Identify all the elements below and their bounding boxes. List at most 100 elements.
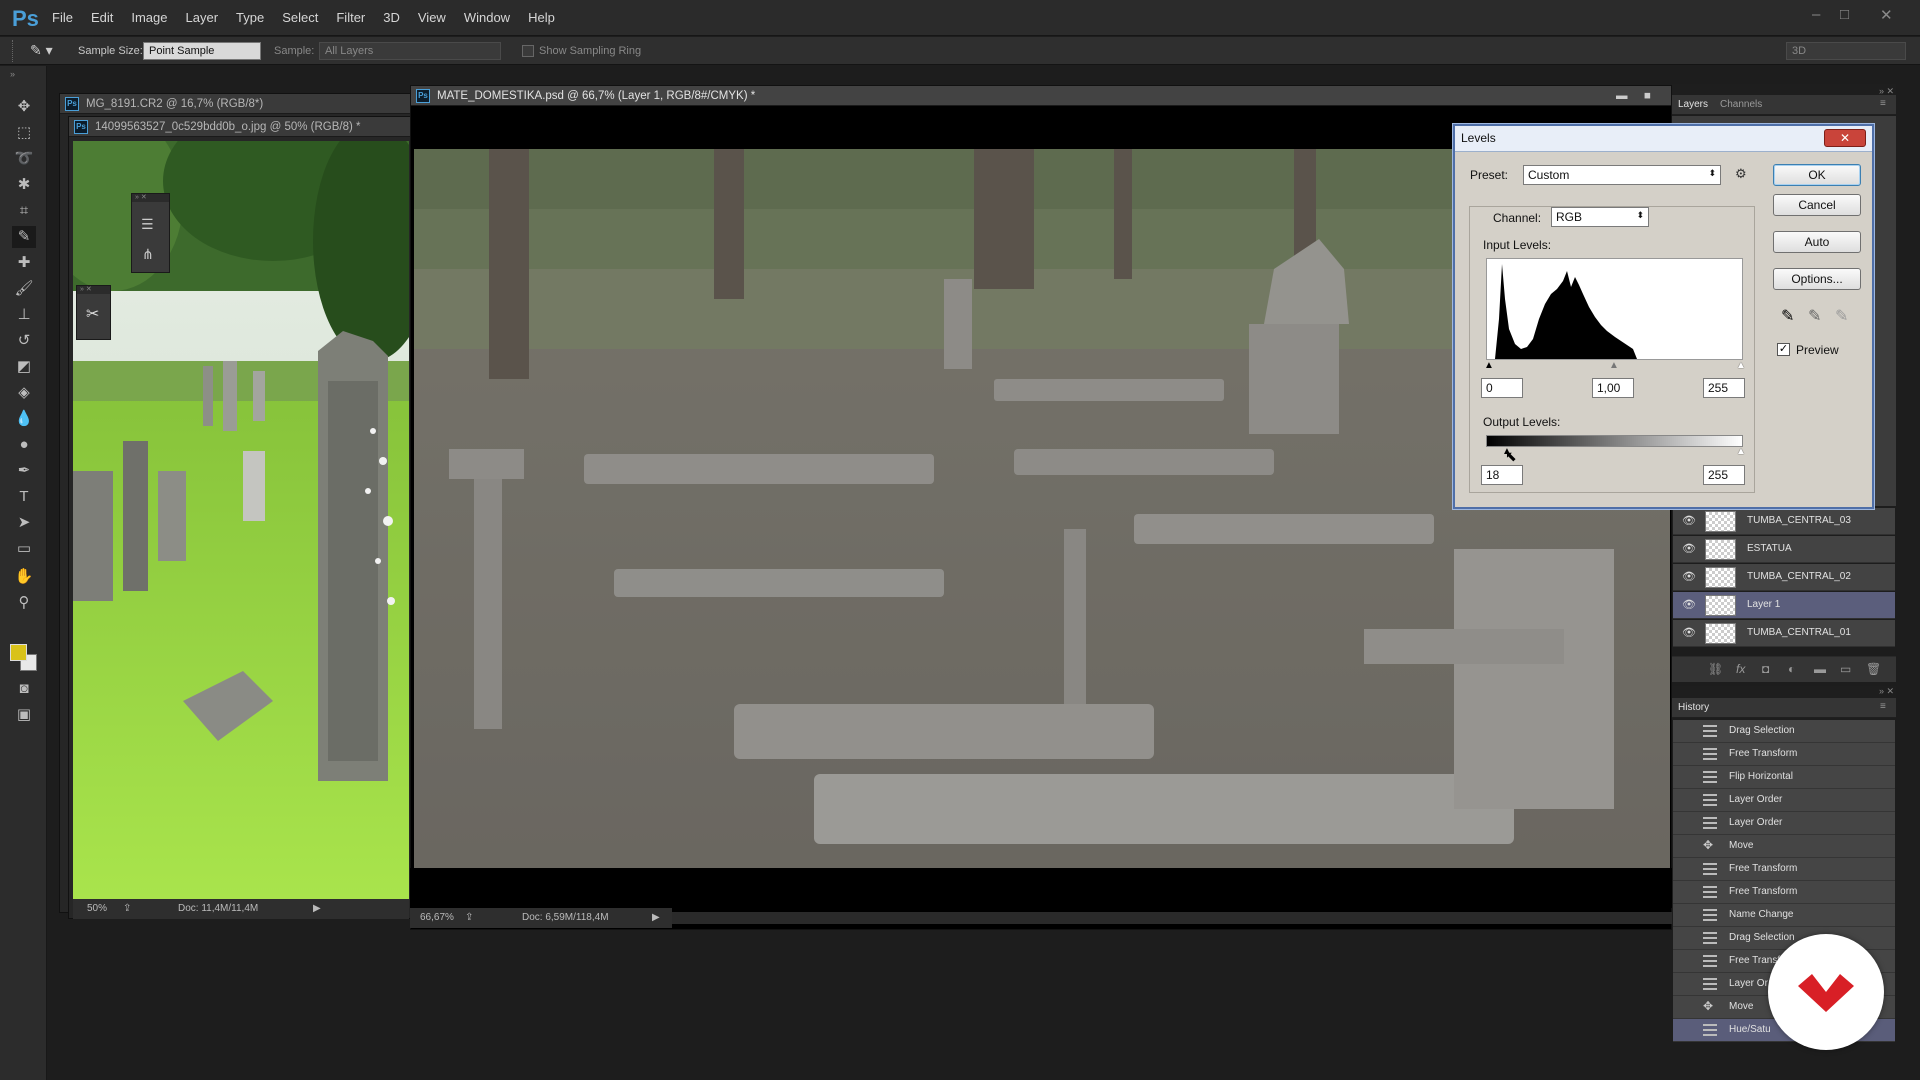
menu-filter[interactable]: Filter — [336, 10, 375, 25]
menu-help[interactable]: Help — [528, 10, 565, 25]
input-gamma-field[interactable]: 1,00 — [1592, 378, 1634, 398]
dodge-tool-icon[interactable]: ● — [12, 434, 36, 456]
history-item[interactable]: Free Transform — [1673, 881, 1895, 904]
magic-wand-tool-icon[interactable]: ✱ — [12, 174, 36, 196]
sample-size-select[interactable]: Point Sample — [143, 42, 261, 60]
horizontal-scrollbar[interactable] — [672, 912, 1672, 924]
adjustment-sliders-icon[interactable]: ☰ — [141, 216, 154, 233]
grip-handle[interactable] — [12, 40, 14, 62]
document-title-photo[interactable]: Ps 14099563527_0c529bdd0b_o.jpg @ 50% (R… — [69, 117, 413, 137]
layer-row[interactable]: 👁 ESTATUA — [1673, 536, 1895, 563]
link-layers-icon[interactable]: ⛓ — [1708, 662, 1723, 676]
share-icon[interactable]: ⇪ — [465, 908, 473, 928]
eyedropper-tool-preset-icon[interactable]: ✎ ▾ — [30, 42, 53, 59]
foreground-color-swatch[interactable] — [10, 644, 27, 661]
input-slider-track[interactable]: ▲ ▲ ▲ — [1484, 360, 1746, 372]
zoom-tool-icon[interactable]: ⚲ — [12, 592, 36, 614]
move-tool-icon[interactable]: ✥ — [12, 96, 36, 118]
layer-row[interactable]: 👁 TUMBA_CENTRAL_01 — [1673, 620, 1895, 647]
panel-menu-icon[interactable]: ≡ — [1880, 701, 1886, 712]
ok-button[interactable]: OK — [1773, 164, 1861, 186]
gray-eyedropper-icon[interactable]: ✎ — [1808, 306, 1821, 326]
pen-tool-icon[interactable]: ✒ — [12, 460, 36, 482]
document-title-main[interactable]: Ps MATE_DOMESTIKA.psd @ 66,7% (Layer 1, … — [411, 86, 1671, 106]
lasso-tool-icon[interactable]: ➰ — [12, 148, 36, 170]
visibility-eye-icon[interactable]: 👁 — [1682, 514, 1696, 527]
share-icon[interactable]: ⇪ — [123, 899, 131, 919]
preview-checkbox[interactable]: ✓ — [1777, 343, 1790, 356]
hand-tool-icon[interactable]: ✋ — [12, 566, 36, 588]
output-white-field[interactable]: 255 — [1703, 465, 1745, 485]
screen-mode-icon[interactable]: ▣ — [12, 704, 36, 726]
history-item[interactable]: Flip Horizontal — [1673, 766, 1895, 789]
crop-tool-icon[interactable]: ⌗ — [12, 200, 36, 222]
history-item[interactable]: Free Transform — [1673, 743, 1895, 766]
eyedropper-tool-icon[interactable]: ✎ — [12, 226, 36, 248]
healing-brush-tool-icon[interactable]: ✚ — [12, 252, 36, 274]
panel-header[interactable]: » ✕ — [77, 286, 110, 294]
panel-menu-icon[interactable]: ≡ — [1880, 98, 1886, 109]
history-item[interactable]: ✥ Move — [1673, 835, 1895, 858]
menu-file[interactable]: File — [52, 10, 83, 25]
auto-button[interactable]: Auto — [1773, 231, 1861, 253]
output-slider-track[interactable]: ▲ ▲ — [1484, 446, 1746, 458]
visibility-eye-icon[interactable]: 👁 — [1682, 542, 1696, 555]
blur-tool-icon[interactable]: 💧 — [12, 408, 36, 430]
layer-row[interactable]: 👁 TUMBA_CENTRAL_03 — [1673, 508, 1895, 535]
white-eyedropper-icon[interactable]: ✎ — [1835, 306, 1848, 326]
levels-title-bar[interactable]: Levels — [1455, 126, 1872, 152]
preset-select[interactable]: Custom ⬍ — [1523, 165, 1721, 185]
puppet-warp-icon[interactable]: ⋔ — [142, 246, 154, 263]
dialog-close-button[interactable]: ✕ — [1824, 129, 1866, 147]
collapse-icon[interactable]: » — [10, 69, 15, 79]
new-group-icon[interactable]: ▬ — [1814, 662, 1826, 676]
type-tool-icon[interactable]: T — [12, 486, 36, 508]
minimize-icon[interactable]: – — [1812, 6, 1820, 23]
history-item[interactable]: Name Change — [1673, 904, 1895, 927]
doc-minimize-icon[interactable]: ▬ — [1616, 86, 1628, 105]
cancel-button[interactable]: Cancel — [1773, 194, 1861, 216]
channel-select[interactable]: RGB ⬍ — [1551, 207, 1649, 227]
black-eyedropper-icon[interactable]: ✎ — [1781, 306, 1794, 326]
tab-channels[interactable]: Channels — [1720, 99, 1762, 110]
menu-select[interactable]: Select — [282, 10, 328, 25]
cemetery-photo-canvas[interactable] — [73, 141, 409, 899]
eraser-tool-icon[interactable]: ◩ — [12, 356, 36, 378]
status-menu-arrow-icon[interactable]: ▶ — [652, 908, 660, 928]
close-icon[interactable]: ✕ — [1880, 6, 1893, 24]
add-mask-icon[interactable]: ◘ — [1762, 662, 1769, 676]
black-point-slider[interactable]: ▲ — [1484, 360, 1494, 371]
input-white-field[interactable]: 255 — [1703, 378, 1745, 398]
layer-row-selected[interactable]: 👁 Layer 1 — [1673, 592, 1895, 619]
rectangle-tool-icon[interactable]: ▭ — [12, 538, 36, 560]
preset-options-gear-icon[interactable]: ⚙ — [1735, 166, 1747, 182]
show-sampling-ring-checkbox[interactable] — [522, 45, 534, 57]
gamma-slider[interactable]: ▲ — [1609, 360, 1619, 371]
output-white-slider[interactable]: ▲ — [1736, 446, 1746, 457]
delete-layer-icon[interactable]: 🗑 — [1866, 662, 1881, 676]
path-selection-tool-icon[interactable]: ➤ — [12, 512, 36, 534]
menu-window[interactable]: Window — [464, 10, 520, 25]
tab-layers[interactable]: Layers — [1678, 99, 1708, 110]
paint-bucket-tool-icon[interactable]: ◈ — [12, 382, 36, 404]
history-item[interactable]: Drag Selection — [1673, 720, 1895, 743]
options-button[interactable]: Options... — [1773, 268, 1861, 290]
panel-collapse-icon[interactable]: » ✕ — [1879, 686, 1894, 697]
transform-tool-icon[interactable]: ✂ — [86, 304, 99, 324]
quick-mask-icon[interactable]: ◙ — [12, 678, 36, 700]
sample-select[interactable]: All Layers — [319, 42, 501, 60]
layer-row[interactable]: 👁 TUMBA_CENTRAL_02 — [1673, 564, 1895, 591]
menu-edit[interactable]: Edit — [91, 10, 123, 25]
clone-stamp-tool-icon[interactable]: ⊥ — [12, 304, 36, 326]
history-item[interactable]: Layer Order — [1673, 812, 1895, 835]
menu-layer[interactable]: Layer — [186, 10, 229, 25]
visibility-eye-icon[interactable]: 👁 — [1682, 570, 1696, 583]
menu-view[interactable]: View — [418, 10, 456, 25]
marquee-tool-icon[interactable]: ⬚ — [12, 122, 36, 144]
document-title-raw[interactable]: Ps MG_8191.CR2 @ 16,7% (RGB/8*) — [60, 94, 418, 114]
new-layer-icon[interactable]: ▭ — [1840, 662, 1851, 676]
zoom-level[interactable]: 66,67% — [420, 908, 454, 928]
output-black-field[interactable]: 18 — [1481, 465, 1523, 485]
menu-3d[interactable]: 3D — [383, 10, 410, 25]
input-black-field[interactable]: 0 — [1481, 378, 1523, 398]
